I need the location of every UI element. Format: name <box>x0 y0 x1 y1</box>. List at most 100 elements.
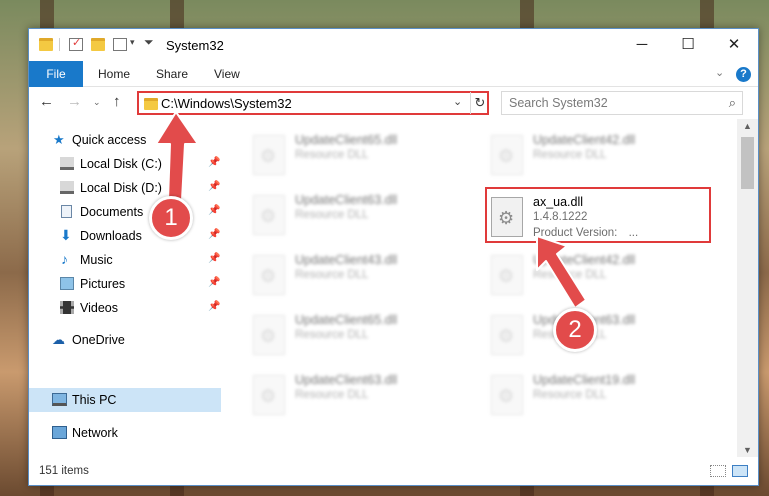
file-item[interactable]: UpdateClient63.dll Resource DLL <box>487 307 717 363</box>
address-bar[interactable]: C:\Windows\System32 ⌄ ↻ <box>137 91 489 115</box>
file-item[interactable]: UpdateClient42.dll Resource DLL <box>487 127 717 183</box>
dll-file-icon <box>253 135 285 175</box>
sidebar-item-label: Local Disk (C:) <box>80 157 162 171</box>
dll-file-icon <box>491 197 523 237</box>
sidebar-item-network[interactable]: Network <box>29 421 221 445</box>
file-item[interactable]: UpdateClient65.dll Resource DLL <box>249 127 479 183</box>
sidebar-item-local-disk-d[interactable]: Local Disk (D:) 📌 <box>29 176 221 200</box>
ribbon-tabs: File Home Share View ⌄ ? <box>29 61 758 87</box>
sidebar-item-local-disk-c[interactable]: Local Disk (C:) 📌 <box>29 152 221 176</box>
file-type: Resource DLL <box>295 209 369 221</box>
file-name: ax_ua.dll <box>533 195 584 209</box>
documents-icon <box>61 205 72 218</box>
file-type: Resource DLL <box>533 389 607 401</box>
scroll-down-icon[interactable]: ▼ <box>743 445 752 455</box>
pin-icon[interactable]: 📌 <box>208 277 220 288</box>
sidebar-item-this-pc[interactable]: This PC <box>29 388 221 412</box>
chevron-down-icon[interactable]: ⌄ <box>453 95 462 108</box>
sidebar-item-videos[interactable]: Videos 📌 <box>29 296 221 320</box>
properties-icon[interactable]: ✓ <box>69 37 83 51</box>
search-icon: ⌕ <box>728 95 736 110</box>
sidebar-item-label: OneDrive <box>72 333 125 347</box>
new-folder-icon[interactable] <box>91 38 105 51</box>
search-placeholder: Search System32 <box>509 96 608 110</box>
close-button[interactable]: ✕ <box>711 29 757 61</box>
dll-file-icon <box>491 315 523 355</box>
search-input[interactable]: Search System32 ⌕ <box>501 91 743 115</box>
pin-icon[interactable]: 📌 <box>208 181 220 192</box>
scroll-up-icon[interactable]: ▲ <box>743 121 752 131</box>
file-item[interactable]: UpdateClient42.dll Resource DLL <box>487 247 717 303</box>
sidebar-item-label: Downloads <box>80 229 142 243</box>
dll-file-icon <box>253 315 285 355</box>
tab-view[interactable]: View <box>214 61 240 87</box>
step-badge-2: 2 <box>553 308 597 352</box>
sidebar-item-label: Network <box>72 426 118 440</box>
sidebar-item-music[interactable]: ♪ Music 📌 <box>29 248 221 272</box>
back-arrow-icon[interactable]: ← <box>39 93 54 110</box>
pictures-icon <box>60 277 74 290</box>
network-icon <box>52 426 67 439</box>
title-bar: ✓ ▾ ⏷ System32 ─ ☐ ✕ <box>29 29 758 61</box>
folder-icon <box>144 98 158 110</box>
file-type: Resource DLL <box>533 149 607 161</box>
product-version-label: Product Version: <box>533 227 618 239</box>
minimize-button[interactable]: ─ <box>619 29 665 61</box>
file-item[interactable]: UpdateClient63.dll Resource DLL <box>249 367 479 423</box>
details-view-icon[interactable] <box>710 465 726 477</box>
computer-icon <box>52 393 67 406</box>
sidebar-item-downloads[interactable]: ⬇ Downloads 📌 <box>29 224 221 248</box>
file-explorer-window: ✓ ▾ ⏷ System32 ─ ☐ ✕ File Home Share Vie… <box>28 28 759 486</box>
file-type: Resource DLL <box>295 149 369 161</box>
tab-share[interactable]: Share <box>156 61 188 87</box>
dll-file-icon <box>253 255 285 295</box>
sidebar-item-label: Videos <box>80 301 118 315</box>
sidebar-item-label: Documents <box>80 205 144 219</box>
large-icons-view-icon[interactable] <box>732 465 748 477</box>
file-type: Resource DLL <box>295 389 369 401</box>
file-name: UpdateClient65.dll <box>295 313 398 327</box>
pin-icon[interactable]: 📌 <box>208 301 220 312</box>
status-bar: 151 items <box>29 457 758 485</box>
pin-icon[interactable]: 📌 <box>208 229 220 240</box>
file-item[interactable]: UpdateClient19.dll Resource DLL <box>487 367 717 423</box>
file-type: Resource DLL <box>295 329 369 341</box>
file-item-ax-ua-dll[interactable]: ax_ua.dll 1.4.8.1222 Product Version: ..… <box>485 187 711 243</box>
file-item[interactable]: UpdateClient63.dll Resource DLL <box>249 187 479 243</box>
address-path: C:\Windows\System32 <box>161 96 292 111</box>
step-badge-1: 1 <box>149 196 193 240</box>
file-list: UpdateClient65.dll Resource DLL UpdateCl… <box>249 119 735 457</box>
pin-icon[interactable]: 📌 <box>208 205 220 216</box>
folder-icon <box>39 38 53 51</box>
file-name: UpdateClient63.dll <box>295 193 398 207</box>
pin-icon[interactable]: 📌 <box>208 157 220 168</box>
drive-icon <box>60 181 74 194</box>
forward-arrow-icon[interactable]: → <box>67 93 82 110</box>
chevron-down-icon[interactable]: ▾ <box>130 37 135 48</box>
customize-toolbar-icon[interactable] <box>113 38 127 51</box>
sidebar-item-pictures[interactable]: Pictures 📌 <box>29 272 221 296</box>
dll-file-icon <box>491 375 523 415</box>
sidebar-item-onedrive[interactable]: ☁ OneDrive <box>29 328 221 352</box>
file-item[interactable]: UpdateClient65.dll Resource DLL <box>249 307 479 363</box>
file-name: UpdateClient65.dll <box>295 133 398 147</box>
up-arrow-icon[interactable]: ↑ <box>113 93 121 110</box>
sidebar-item-label: Local Disk (D:) <box>80 181 162 195</box>
help-icon[interactable]: ? <box>736 67 751 82</box>
dll-file-icon <box>491 255 523 295</box>
music-note-icon: ♪ <box>61 251 68 267</box>
quick-access-dropdown-icon[interactable]: ⏷ <box>144 35 154 50</box>
expand-ribbon-icon[interactable]: ⌄ <box>715 66 724 79</box>
vertical-scrollbar[interactable]: ▲ ▼ <box>737 119 758 457</box>
sidebar-item-quick-access[interactable]: ★ Quick access <box>29 128 221 152</box>
film-icon <box>60 301 74 314</box>
tab-file[interactable]: File <box>29 61 83 87</box>
recent-locations-icon[interactable]: ⌄ <box>93 97 101 108</box>
scrollbar-thumb[interactable] <box>741 137 754 189</box>
file-item[interactable]: UpdateClient43.dll Resource DLL <box>249 247 479 303</box>
pin-icon[interactable]: 📌 <box>208 253 220 264</box>
maximize-button[interactable]: ☐ <box>665 29 711 61</box>
refresh-icon[interactable]: ↻ <box>470 92 489 114</box>
sidebar-item-label: This PC <box>72 393 117 407</box>
tab-home[interactable]: Home <box>98 61 130 87</box>
